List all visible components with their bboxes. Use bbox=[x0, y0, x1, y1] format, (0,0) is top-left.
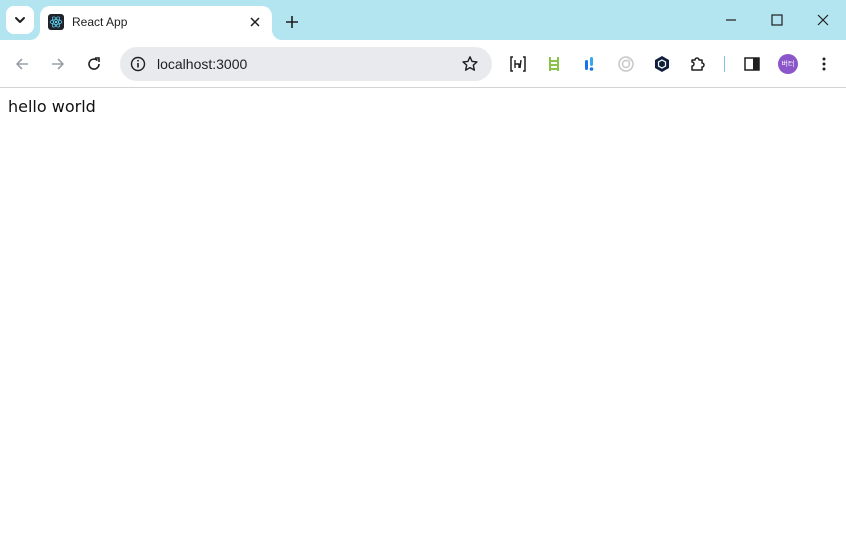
browser-tab[interactable]: React App bbox=[40, 6, 272, 40]
hexagon-icon bbox=[655, 56, 669, 72]
close-icon bbox=[250, 17, 260, 27]
side-panel-icon bbox=[744, 57, 760, 71]
arrow-left-icon bbox=[16, 58, 28, 70]
tab-close-button[interactable] bbox=[246, 13, 264, 31]
puzzle-icon bbox=[691, 57, 705, 71]
info-icon bbox=[130, 56, 146, 72]
maximize-button[interactable] bbox=[762, 5, 792, 35]
star-icon bbox=[462, 56, 478, 71]
extension-circle-button[interactable] bbox=[614, 52, 638, 76]
chevron-down-icon bbox=[15, 17, 25, 23]
ladder-icon bbox=[549, 57, 559, 71]
reload-icon bbox=[88, 57, 100, 70]
kebab-menu-icon bbox=[822, 57, 826, 71]
extension-hexagon-button[interactable] bbox=[650, 52, 674, 76]
blue-bars-icon bbox=[585, 57, 594, 71]
bookmark-button[interactable] bbox=[460, 54, 480, 74]
extension-ladder-button[interactable] bbox=[542, 52, 566, 76]
site-info-button[interactable] bbox=[126, 52, 150, 76]
toolbar-separator bbox=[724, 56, 725, 72]
bracket-h-icon bbox=[510, 56, 526, 72]
profile-avatar[interactable]: 버터 bbox=[778, 54, 798, 74]
tab-title: React App bbox=[72, 15, 128, 29]
browser-menu-button[interactable] bbox=[812, 52, 836, 76]
browser-titlebar: React App bbox=[0, 0, 846, 40]
forward-button[interactable] bbox=[44, 50, 72, 78]
circle-target-icon bbox=[618, 56, 634, 72]
extension-hl-button[interactable] bbox=[506, 52, 530, 76]
maximize-icon bbox=[771, 14, 783, 26]
page-content: hello world bbox=[0, 88, 846, 538]
minimize-icon bbox=[726, 19, 736, 21]
address-url[interactable]: localhost:3000 bbox=[157, 56, 247, 72]
plus-icon bbox=[286, 16, 298, 28]
profile-initials: 버터 bbox=[781, 60, 795, 68]
new-tab-button[interactable] bbox=[280, 10, 304, 34]
window-close-button[interactable] bbox=[808, 5, 838, 35]
browser-toolbar: localhost:3000 버터 bbox=[0, 40, 846, 87]
back-button[interactable] bbox=[8, 50, 36, 78]
extensions-menu-button[interactable] bbox=[686, 52, 710, 76]
side-panel-button[interactable] bbox=[740, 52, 764, 76]
react-logo-icon bbox=[48, 14, 64, 30]
close-icon bbox=[817, 14, 829, 26]
reload-button[interactable] bbox=[80, 50, 108, 78]
address-bar[interactable]: localhost:3000 bbox=[120, 47, 492, 81]
arrow-right-icon bbox=[52, 58, 64, 70]
page-text: hello world bbox=[8, 97, 96, 116]
minimize-button[interactable] bbox=[716, 5, 746, 35]
extension-blue-button[interactable] bbox=[578, 52, 602, 76]
